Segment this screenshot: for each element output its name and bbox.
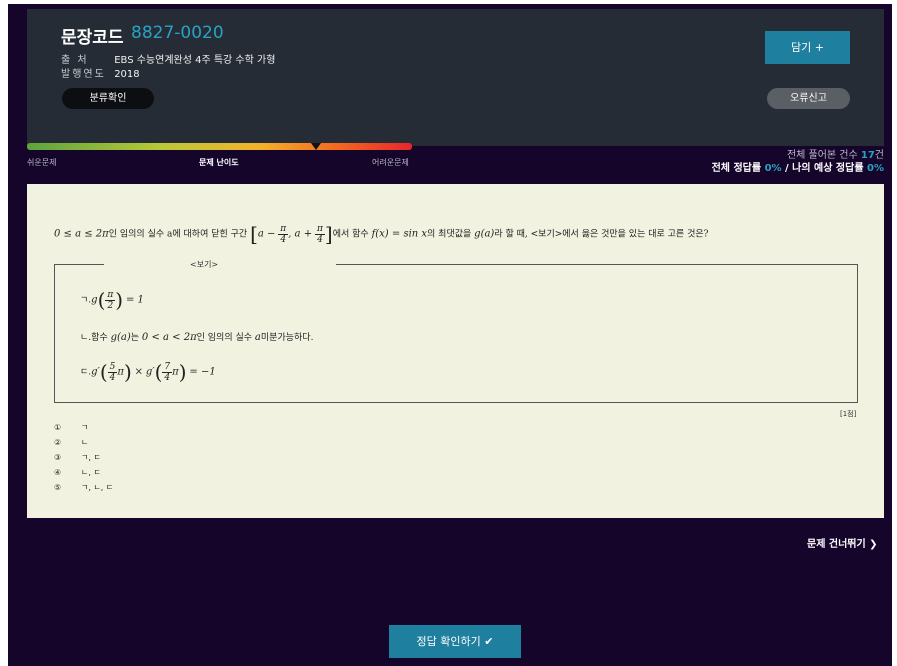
skip-question-link[interactable]: 문제 건너뛰기 ❯ <box>807 535 878 550</box>
item3-d2: 4 <box>164 372 171 383</box>
choice-4[interactable]: ④ ㄴ, ㄷ <box>54 467 101 478</box>
difficulty-marker-icon <box>310 143 321 150</box>
difficulty-easy-label: 쉬운문제 <box>27 158 57 167</box>
item1-rhs: = 1 <box>125 294 144 306</box>
bogi-item-3: ㄷ.g′(5 4 π) × g′(7 4 π) = −1 <box>80 360 216 384</box>
q-frac1-num: π <box>278 223 289 235</box>
choice-3-text: ㄱ, ㄷ <box>81 453 101 462</box>
my-prefix: / 나의 예상 정답률 <box>781 163 868 174</box>
question-panel: 0 ≤ a ≤ 2π인 임의의 실수 a에 대하여 닫힌 구간 [a − π4,… <box>27 184 884 518</box>
source-key: 출 처 <box>61 55 89 66</box>
item3-times: × <box>134 366 144 378</box>
q-cond: 0 ≤ a ≤ 2π <box>54 228 109 240</box>
choice-4-text: ㄴ, ㄷ <box>81 468 101 477</box>
q-frac2-den: 4 <box>317 234 323 245</box>
check-icon: ✔ <box>484 635 494 648</box>
q-frac2: π4 <box>314 223 325 245</box>
item3-n2: 7 <box>162 361 173 373</box>
difficulty-hard-label: 어려운문제 <box>372 158 409 167</box>
save-button[interactable]: 담기 + <box>765 31 850 64</box>
bogi-item-2: ㄴ.함수 g(a)는 0 < a < 2π인 임의의 실수 a미분가능하다. <box>80 330 313 343</box>
report-error-button[interactable]: 오류신고 <box>767 88 850 109</box>
choice-1-num: ① <box>54 423 62 432</box>
item3-d1: 4 <box>109 372 116 383</box>
choice-5-text: ㄱ, ㄴ, ㄷ <box>81 483 114 492</box>
difficulty-title: 문제 난이도 <box>199 158 239 167</box>
item2-mid: 는 <box>130 333 140 343</box>
code-label: 문장코드 <box>61 28 124 48</box>
item3-g1: g′ <box>91 366 100 378</box>
check-answer-button[interactable]: 정답 확인하기 ✔ <box>389 625 521 658</box>
item1-num: π <box>105 289 116 301</box>
q-frac2-num: π <box>314 223 325 235</box>
choice-5-num: ⑤ <box>54 483 62 492</box>
q-ga: g(a) <box>474 228 495 240</box>
item2-text: 인 임의의 실수 <box>196 333 253 343</box>
score-label: [1점] <box>840 410 857 418</box>
item1-den: 2 <box>107 300 114 311</box>
paren-right-icon: ) <box>115 288 124 312</box>
year-row: 발행연도 2018 <box>61 65 140 80</box>
item3-prefix: ㄷ. <box>80 367 92 378</box>
bogi-item-1: ㄱ.g(π 2) = 1 <box>80 288 144 312</box>
q-interval-a: a − <box>257 228 276 240</box>
item3-frac1: 54 <box>107 361 118 383</box>
q-frac1: π4 <box>278 223 289 245</box>
item3-n1: 5 <box>107 361 118 373</box>
q-part2: 에서 함수 <box>332 229 369 240</box>
item2-range: 0 < a < 2π <box>141 332 197 343</box>
item2-end: 미분가능하다. <box>260 333 314 343</box>
correct-value: 0% <box>764 163 782 174</box>
paren-left-icon: ( <box>154 360 163 384</box>
paren-right-icon: ) <box>178 360 187 384</box>
year-key: 발행연도 <box>61 69 106 80</box>
choice-2-num: ② <box>54 438 62 447</box>
q-interval-b: , a + <box>288 228 313 240</box>
item3-rhs: = −1 <box>189 366 216 378</box>
bracket-right-icon: ] <box>324 222 333 246</box>
paren-right-icon: ) <box>123 360 132 384</box>
difficulty-bar <box>27 143 412 150</box>
question-text: 0 ≤ a ≤ 2π인 임의의 실수 a에 대하여 닫힌 구간 [a − π4,… <box>54 222 874 246</box>
q-part4: 라 할 때, <보기>에서 옳은 것만을 있는 대로 고른 것은? <box>494 229 709 240</box>
bracket-left-icon: [ <box>250 222 258 246</box>
choice-1[interactable]: ①ㄱ <box>54 422 88 433</box>
item2-ga: g(a) <box>110 332 131 343</box>
correct-rates: 전체 정답률 0% / 나의 예상 정답률 0% <box>712 159 884 174</box>
item3-pi1: π <box>117 366 124 378</box>
question-header: 문장코드 8827-0020 출 처 EBS 수능연계완성 4주 특강 수학 가… <box>27 9 884 146</box>
q-frac1-den: 4 <box>280 234 287 245</box>
q-part1: 인 임의의 실수 a에 대하여 닫힌 구간 <box>108 229 248 240</box>
item2-prefix: ㄴ.함수 <box>80 333 108 343</box>
my-value: 0% <box>867 163 884 174</box>
item3-pi2: π <box>172 366 179 378</box>
item3-frac2: 74 <box>162 361 173 383</box>
classify-button[interactable]: 분류확인 <box>62 88 154 109</box>
choice-2[interactable]: ②ㄴ <box>54 437 88 448</box>
item3-g2: g′ <box>145 366 155 378</box>
code-value: 8827-0020 <box>131 23 224 43</box>
choice-3[interactable]: ③ ㄱ, ㄷ <box>54 452 101 463</box>
choice-5[interactable]: ⑤ ㄱ, ㄴ, ㄷ <box>54 482 113 493</box>
choice-1-text: ㄱ <box>81 423 89 432</box>
skip-label: 문제 건너뛰기 <box>807 539 866 550</box>
correct-prefix: 전체 정답률 <box>711 163 765 174</box>
paren-left-icon: ( <box>99 360 108 384</box>
check-answer-label: 정답 확인하기 <box>416 635 481 648</box>
source-row: 출 처 EBS 수능연계완성 4주 특강 수학 가형 <box>61 51 275 66</box>
chevron-right-icon: ❯ <box>869 539 878 550</box>
q-part3: 의 최댓값을 <box>427 229 472 240</box>
paren-left-icon: ( <box>97 288 106 312</box>
choice-3-num: ③ <box>54 453 62 462</box>
item1-prefix: ㄱ. <box>80 295 92 306</box>
q-func: f(x) = sin x <box>371 228 428 240</box>
choice-4-num: ④ <box>54 468 62 477</box>
year-value: 2018 <box>114 69 140 80</box>
item1-frac: π2 <box>105 289 116 311</box>
app-frame: 문장코드 8827-0020 출 처 EBS 수능연계완성 4주 특강 수학 가… <box>8 4 892 666</box>
choice-2-text: ㄴ <box>81 438 89 447</box>
